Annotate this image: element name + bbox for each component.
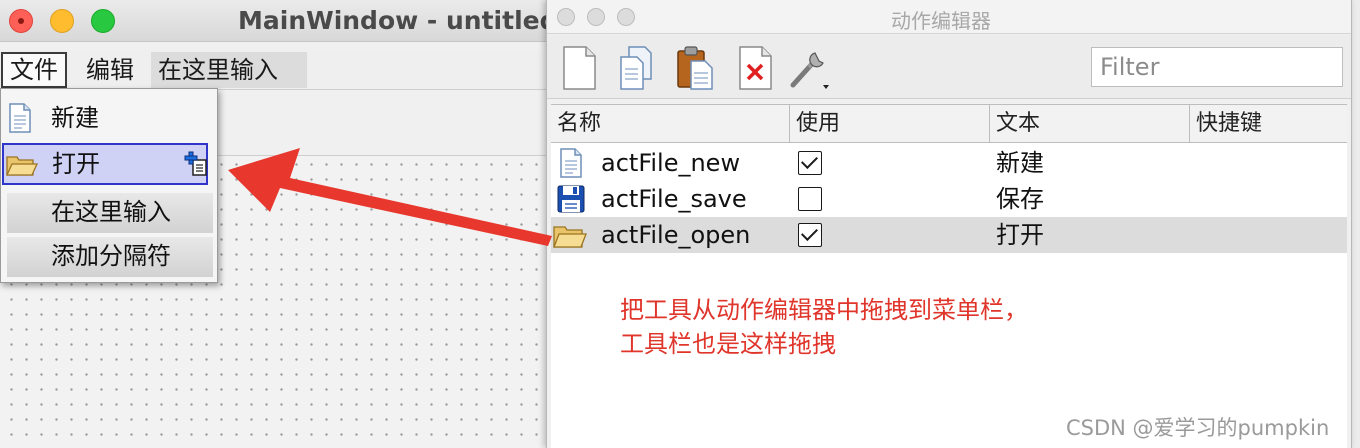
actions-table: 名称 使用 文本 快捷键 actFile_new 新建 actFile_save…	[551, 104, 1347, 448]
action-editor-title: 动作编辑器	[891, 9, 991, 33]
menu-edit[interactable]: 编辑	[79, 52, 141, 88]
folder-open-icon	[6, 156, 38, 176]
filter-input[interactable]	[1091, 47, 1343, 87]
folder-open-icon	[553, 226, 587, 248]
maximize-window-button[interactable]	[91, 9, 115, 33]
used-checkbox[interactable]	[798, 187, 822, 211]
menu-type-here[interactable]: 在这里输入	[151, 52, 307, 88]
action-editor-toolbar	[547, 35, 1351, 99]
menu-item-open[interactable]: 打开	[2, 143, 208, 185]
table-row[interactable]: actFile_new 新建	[551, 145, 1347, 181]
used-checkbox[interactable]	[798, 151, 822, 175]
action-editor-window: 动作编辑器 Filter 名称 使用 文本 快捷键 actFile_new 新建…	[546, 0, 1352, 448]
menu-item-add-separator[interactable]: 添加分隔符	[7, 237, 213, 277]
action-text: 保存	[996, 185, 1044, 213]
table-row[interactable]: actFile_open 打开	[551, 217, 1347, 253]
table-row[interactable]: actFile_save 保存	[551, 181, 1347, 217]
action-text: 打开	[996, 221, 1044, 249]
column-header-text[interactable]: 文本	[990, 105, 1190, 143]
column-header-used[interactable]: 使用	[790, 105, 990, 143]
annotation-text: 把工具从动作编辑器中拖拽到菜单栏，	[620, 296, 1028, 324]
floppy-disk-icon	[557, 185, 585, 213]
maximize-window-button[interactable]	[617, 8, 635, 26]
new-document-icon	[9, 103, 31, 133]
copy-icon[interactable]	[617, 45, 657, 91]
minimize-window-button[interactable]	[50, 9, 74, 33]
table-header: 名称 使用 文本 快捷键	[551, 105, 1347, 143]
annotation-text: 工具栏也是这样拖拽	[620, 330, 836, 358]
menubar: 文件 编辑 在这里输入	[0, 50, 560, 90]
action-name: actFile_open	[601, 221, 751, 249]
close-window-button[interactable]	[557, 8, 575, 26]
action-name: actFile_save	[601, 185, 747, 213]
column-header-name[interactable]: 名称	[551, 105, 790, 143]
menu-item-label: 打开	[52, 150, 100, 178]
main-window: MainWindow - untitled 文件 编辑 在这里输入 新建 打开	[0, 0, 560, 448]
menu-item-type-here[interactable]: 在这里输入	[7, 193, 213, 233]
file-menu-dropdown: 新建 打开 在这里输入 添加分隔符	[0, 88, 218, 283]
menu-item-label: 新建	[51, 104, 99, 132]
used-checkbox[interactable]	[798, 223, 822, 247]
minimize-window-button[interactable]	[587, 8, 605, 26]
watermark: CSDN @爱学习的pumpkin	[1066, 416, 1330, 440]
close-window-button[interactable]	[9, 9, 33, 33]
configure-icon[interactable]	[789, 45, 829, 91]
window-title: MainWindow - untitled	[238, 6, 558, 35]
action-editor-titlebar: 动作编辑器	[547, 0, 1351, 34]
action-name: actFile_new	[601, 149, 741, 177]
column-header-shortcut[interactable]: 快捷键	[1190, 105, 1347, 143]
menu-item-label: 在这里输入	[51, 198, 171, 226]
paste-icon[interactable]	[675, 45, 715, 91]
menu-item-label: 添加分隔符	[51, 242, 171, 270]
new-document-icon	[560, 148, 582, 178]
delete-icon[interactable]	[735, 45, 775, 91]
main-window-titlebar: MainWindow - untitled	[0, 0, 560, 42]
new-action-icon[interactable]	[559, 45, 599, 91]
action-text: 新建	[996, 149, 1044, 177]
drag-copy-cursor-icon	[184, 151, 207, 176]
menu-item-new[interactable]: 新建	[1, 97, 217, 141]
menu-file[interactable]: 文件	[1, 52, 67, 88]
